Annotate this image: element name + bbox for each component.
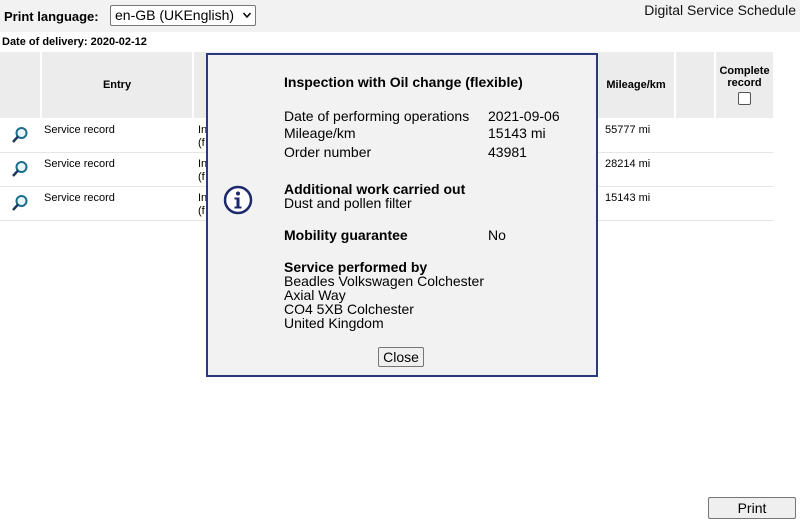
print-button[interactable]: Print	[708, 497, 796, 519]
additional-work-title: Additional work carried out	[284, 181, 466, 197]
row-mileage: 15143 mi	[605, 192, 651, 204]
row-entry: Service record	[44, 124, 115, 136]
header-blank	[676, 52, 714, 118]
delivery-date: Date of delivery: 2020-02-12	[2, 36, 147, 48]
top-bar: Print language: en-GB (UKEnglish) Digita…	[0, 0, 800, 32]
row-mileage: 28214 mi	[605, 158, 651, 170]
header-entry: Entry	[42, 52, 192, 118]
info-icon	[223, 185, 253, 215]
print-language-label: Print language:	[4, 9, 99, 24]
magnifier-icon[interactable]	[11, 126, 29, 144]
service-detail-dialog: Inspection with Oil change (flexible) Da…	[206, 53, 598, 377]
row-description-2: (f	[198, 137, 205, 149]
language-select[interactable]: en-GB (UKEnglish)	[110, 5, 256, 26]
row-description-2: (f	[198, 205, 205, 217]
header-mileage: Mileage/km	[598, 52, 674, 118]
date-label: Date of performing operations	[284, 108, 470, 124]
magnifier-icon[interactable]	[11, 194, 29, 212]
chevron-down-icon	[243, 12, 251, 19]
order-number-label: Order number	[284, 144, 372, 160]
mobility-guarantee-value: No	[488, 227, 506, 243]
address-line: Axial Way	[284, 287, 346, 303]
mobility-guarantee-label: Mobility guarantee	[284, 227, 408, 243]
row-entry: Service record	[44, 192, 115, 204]
row-description-2: (f	[198, 171, 205, 183]
close-button[interactable]: Close	[378, 347, 424, 367]
mileage-value: 15143 mi	[488, 125, 546, 141]
header-complete-record: Complete record	[716, 52, 773, 118]
address-line: CO4 5XB Colchester	[284, 301, 414, 317]
dialog-title: Inspection with Oil change (flexible)	[284, 74, 523, 90]
order-number-value: 43981	[488, 144, 527, 160]
additional-work-value: Dust and pollen filter	[284, 195, 412, 211]
complete-label-1: Complete	[719, 65, 770, 77]
complete-label-2: record	[727, 77, 762, 89]
app-title: Digital Service Schedule	[644, 2, 796, 18]
address-line: United Kingdom	[284, 315, 384, 331]
complete-record-checkbox[interactable]	[738, 92, 751, 105]
language-select-value: en-GB (UKEnglish)	[115, 7, 235, 23]
row-mileage: 55777 mi	[605, 124, 651, 136]
date-value: 2021-09-06	[488, 108, 560, 124]
mileage-label: Mileage/km	[284, 125, 356, 141]
service-performed-title: Service performed by	[284, 259, 428, 275]
header-icon-column	[0, 52, 40, 118]
address-line: Beadles Volkswagen Colchester	[284, 273, 485, 289]
row-entry: Service record	[44, 158, 115, 170]
magnifier-icon[interactable]	[11, 160, 29, 178]
